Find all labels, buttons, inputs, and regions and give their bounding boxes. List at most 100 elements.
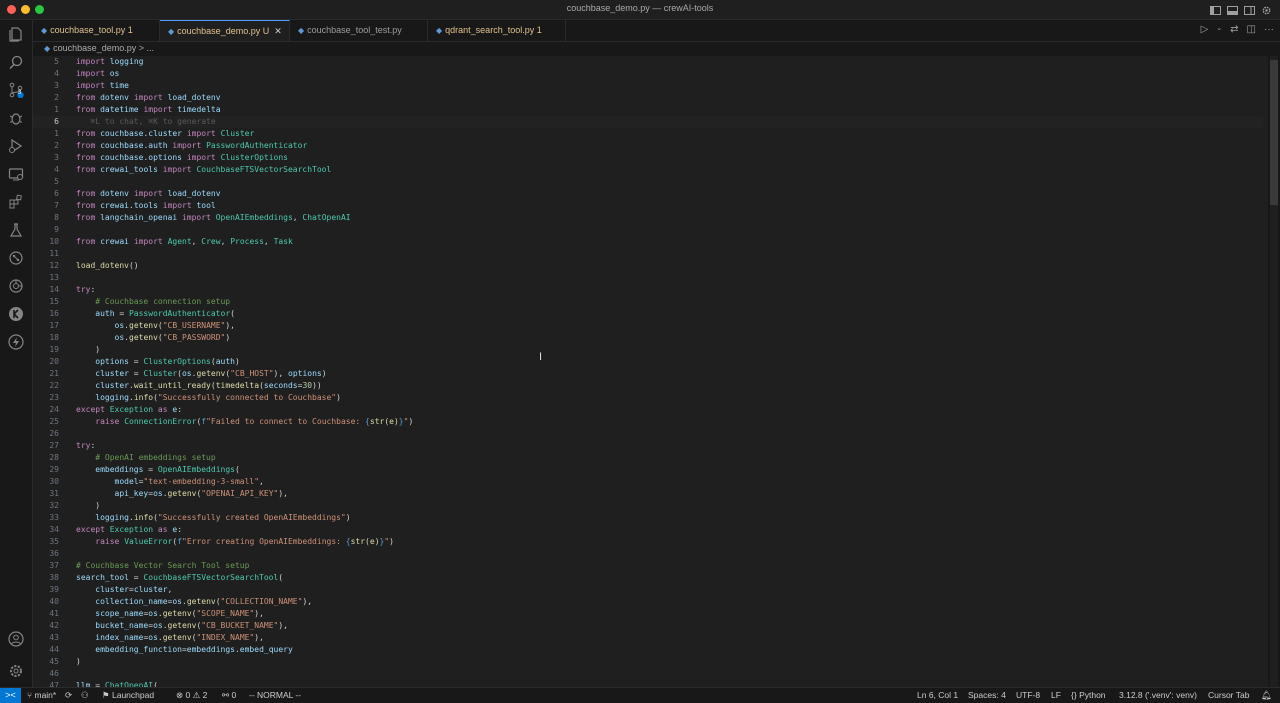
- code-line[interactable]: 11: [33, 248, 1263, 260]
- sync-icon[interactable]: ⟳: [65, 688, 72, 703]
- code-line[interactable]: 10 from crewai import Agent, Crew, Proces…: [33, 236, 1263, 248]
- testing-flask-icon[interactable]: [8, 222, 24, 238]
- tab-couchbase-demo[interactable]: ◆ couchbase_demo.py U ✕: [160, 20, 290, 41]
- indentation[interactable]: Spaces: 4: [968, 688, 1006, 703]
- code-line[interactable]: 24 except Exception as e:: [33, 404, 1263, 416]
- toggle-secondary-sidebar-icon[interactable]: [1244, 3, 1255, 15]
- manage-gear-icon[interactable]: [8, 663, 24, 679]
- close-tab-icon[interactable]: ✕: [274, 26, 282, 36]
- code-line[interactable]: 18 os.getenv("CB_PASSWORD"): [33, 332, 1263, 344]
- code-line[interactable]: 39 cluster=cluster,: [33, 584, 1263, 596]
- kilo-icon[interactable]: [8, 306, 24, 322]
- code-line[interactable]: 47 llm = ChatOpenAI(: [33, 680, 1263, 687]
- code-line[interactable]: 40 collection_name=os.getenv("COLLECTION…: [33, 596, 1263, 608]
- code-line[interactable]: 23 logging.info("Successfully connected …: [33, 392, 1263, 404]
- code-line[interactable]: 7 from crewai.tools import tool: [33, 200, 1263, 212]
- code-line[interactable]: 2 from couchbase.auth import PasswordAuth…: [33, 140, 1263, 152]
- code-line[interactable]: 45): [33, 656, 1263, 668]
- code-line[interactable]: 2 from dotenv import load_dotenv: [33, 92, 1263, 104]
- code-line[interactable]: 14 try:: [33, 284, 1263, 296]
- code-line[interactable]: 5 import logging: [33, 56, 1263, 68]
- tab-couchbase-tool[interactable]: ◆ couchbase_tool.py 1: [33, 20, 160, 41]
- code-line[interactable]: 46: [33, 668, 1263, 680]
- debug-bug-icon[interactable]: [8, 110, 24, 126]
- code-line[interactable]: 25 raise ConnectionError(f"Failed to con…: [33, 416, 1263, 428]
- code-line[interactable]: 17 os.getenv("CB_USERNAME"),: [33, 320, 1263, 332]
- ports-item[interactable]: ⚯ 0: [222, 688, 236, 703]
- code-line[interactable]: 1 from datetime import timedelta: [33, 104, 1263, 116]
- code-line[interactable]: 32 ): [33, 500, 1263, 512]
- code-line[interactable]: 20 options = ClusterOptions(auth): [33, 356, 1263, 368]
- run-debug-icon[interactable]: [8, 138, 24, 154]
- code-line[interactable]: 3 from couchbase.options import ClusterOp…: [33, 152, 1263, 164]
- code-line[interactable]: 13: [33, 272, 1263, 284]
- settings-gear-icon[interactable]: [1261, 3, 1272, 15]
- code-line[interactable]: 38 search_tool = CouchbaseFTSVectorSearch…: [33, 572, 1263, 584]
- git-graph-status-icon[interactable]: ⚇: [81, 688, 89, 703]
- editor-scrollbar[interactable]: [1270, 56, 1278, 687]
- code-line[interactable]: 37 # Couchbase Vector Search Tool setup: [33, 560, 1263, 572]
- code-line[interactable]: 41 scope_name=os.getenv("SCOPE_NAME"),: [33, 608, 1263, 620]
- notifications-bell-icon[interactable]: 🔔︎: [1261, 688, 1272, 703]
- code-line[interactable]: 8 from langchain_openai import OpenAIEmbe…: [33, 212, 1263, 224]
- split-editor-icon[interactable]: ◫: [1247, 24, 1256, 35]
- toggle-panel-icon[interactable]: [1227, 3, 1238, 15]
- code-line[interactable]: 34 except Exception as e:: [33, 524, 1263, 536]
- python-interpreter[interactable]: 3.12.8 ('.venv': venv): [1119, 688, 1197, 703]
- code-line[interactable]: 36: [33, 548, 1263, 560]
- end-of-line[interactable]: LF: [1051, 688, 1061, 703]
- code-editor[interactable]: 5 import logging 4 import os 3 import time 2 fr…: [33, 56, 1268, 687]
- code-line[interactable]: 26: [33, 428, 1263, 440]
- breadcrumb-file[interactable]: couchbase_demo.py: [53, 43, 136, 53]
- code-line[interactable]: 31 api_key=os.getenv("OPENAI_API_KEY"),: [33, 488, 1263, 500]
- extensions-icon[interactable]: [8, 194, 24, 210]
- code-line[interactable]: 1 from couchbase.cluster import Cluster: [33, 128, 1263, 140]
- tab-couchbase-tool-test[interactable]: ◆ couchbase_tool_test.py: [290, 20, 428, 41]
- tab-qdrant-search-tool[interactable]: ◆ qdrant_search_tool.py 1: [428, 20, 566, 41]
- remote-indicator[interactable]: ><: [0, 688, 21, 703]
- code-line[interactable]: 12 load_dotenv(): [33, 260, 1263, 272]
- more-actions-icon[interactable]: ···: [1264, 24, 1274, 35]
- cursor-tab[interactable]: Cursor Tab: [1208, 688, 1249, 703]
- code-line[interactable]: 28 # OpenAI embeddings setup: [33, 452, 1263, 464]
- code-line[interactable]: 30 model="text-embedding-3-small",: [33, 476, 1263, 488]
- code-line[interactable]: 6 ⌘L to chat, ⌘K to generate: [33, 116, 1263, 128]
- docker-icon[interactable]: [8, 278, 24, 294]
- branch-item[interactable]: ⑂ main*: [27, 688, 56, 703]
- lightning-icon[interactable]: [8, 334, 24, 350]
- code-line[interactable]: 35 raise ValueError(f"Error creating Ope…: [33, 536, 1263, 548]
- code-line[interactable]: 6 from dotenv import load_dotenv: [33, 188, 1263, 200]
- breadcrumb-more[interactable]: ...: [147, 43, 155, 53]
- code-line[interactable]: 27 try:: [33, 440, 1263, 452]
- scrollbar-thumb[interactable]: [1270, 60, 1278, 205]
- language-mode[interactable]: {} Python: [1071, 688, 1106, 703]
- run-python-file-icon[interactable]: ▷: [1201, 24, 1209, 35]
- toggle-primary-sidebar-icon[interactable]: [1210, 3, 1221, 15]
- code-line[interactable]: 9: [33, 224, 1263, 236]
- code-line[interactable]: 16 auth = PasswordAuthenticator(: [33, 308, 1263, 320]
- code-line[interactable]: 42 bucket_name=os.getenv("CB_BUCKET_NAME…: [33, 620, 1263, 632]
- git-graph-icon[interactable]: [8, 250, 24, 266]
- code-line[interactable]: 44 embedding_function=embeddings.embed_q…: [33, 644, 1263, 656]
- run-dropdown-chevron-icon[interactable]: ⌄: [1216, 24, 1222, 35]
- code-line[interactable]: 15 # Couchbase connection setup: [33, 296, 1263, 308]
- account-icon[interactable]: [8, 631, 24, 647]
- search-icon[interactable]: [8, 54, 24, 70]
- cursor-position[interactable]: Ln 6, Col 1: [917, 688, 958, 703]
- source-control-icon[interactable]: 3: [8, 82, 24, 99]
- code-line[interactable]: 33 logging.info("Successfully created Op…: [33, 512, 1263, 524]
- problems-item[interactable]: ⊗ 0 ⚠ 2: [176, 688, 207, 703]
- encoding[interactable]: UTF-8: [1016, 688, 1040, 703]
- explorer-icon[interactable]: [8, 26, 24, 42]
- open-changes-icon[interactable]: ⇄: [1230, 24, 1238, 35]
- code-line[interactable]: 43 index_name=os.getenv("INDEX_NAME"),: [33, 632, 1263, 644]
- code-line[interactable]: 21 cluster = Cluster(os.getenv("CB_HOST"…: [33, 368, 1263, 380]
- code-line[interactable]: 19 ): [33, 344, 1263, 356]
- code-line[interactable]: 22 cluster.wait_until_ready(timedelta(se…: [33, 380, 1263, 392]
- code-line[interactable]: 4 import os: [33, 68, 1263, 80]
- code-line[interactable]: 4 from crewai_tools import CouchbaseFTSVe…: [33, 164, 1263, 176]
- launchpad-item[interactable]: ⚑ Launchpad: [102, 688, 154, 703]
- code-line[interactable]: 3 import time: [33, 80, 1263, 92]
- remote-explorer-icon[interactable]: [8, 166, 24, 182]
- code-line[interactable]: 5: [33, 176, 1263, 188]
